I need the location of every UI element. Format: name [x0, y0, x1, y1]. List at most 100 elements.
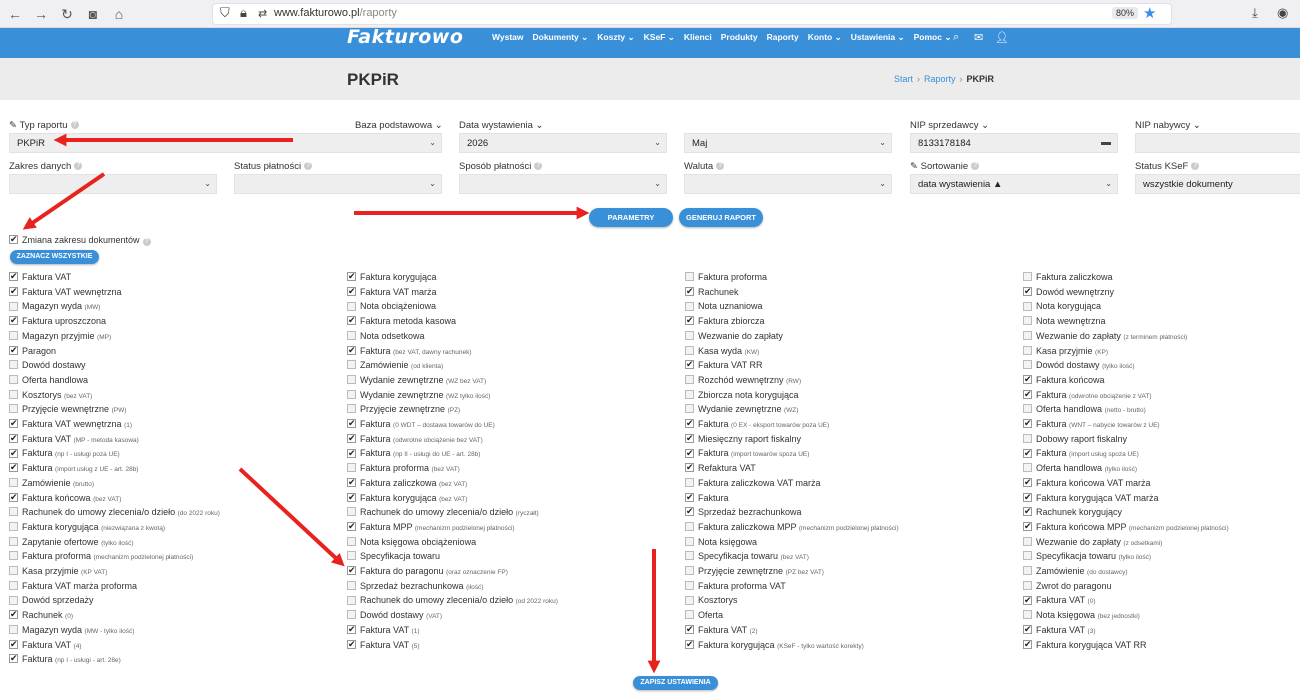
checkbox-unchecked[interactable]: [9, 507, 18, 517]
checkbox-unchecked[interactable]: [9, 522, 18, 532]
home-icon[interactable]: ⌂: [110, 5, 128, 23]
checkbox-checked[interactable]: ✔: [347, 433, 356, 443]
checkbox-checked[interactable]: ✔: [685, 419, 694, 429]
checkbox-unchecked[interactable]: [685, 522, 694, 532]
zaznacz-wszystkie-button[interactable]: ZAZNACZ WSZYSTKIE: [10, 250, 99, 264]
document-type-item[interactable]: Nota korygująca: [1023, 299, 1101, 313]
checkbox-unchecked[interactable]: [1023, 316, 1032, 326]
document-type-item[interactable]: Magazyn wyda (MW - tylko ilość): [9, 623, 134, 637]
document-type-item[interactable]: Zwrot do paragonu: [1023, 579, 1112, 593]
document-type-item[interactable]: Oferta handlowa (tylko ilość): [1023, 461, 1137, 475]
status-platnosci-select[interactable]: ⌄: [234, 174, 442, 194]
checkbox-unchecked[interactable]: [9, 551, 18, 561]
document-type-item[interactable]: ✔ Faktura do paragonu (oraz oznaczenie FP…: [347, 564, 508, 578]
help-icon[interactable]: ?: [74, 162, 83, 171]
zakres-danych-select[interactable]: ⌄: [9, 174, 217, 194]
checkbox-checked[interactable]: ✔: [685, 448, 694, 458]
checkbox-checked[interactable]: ✔: [685, 463, 694, 473]
checkbox-unchecked[interactable]: [347, 507, 356, 517]
document-type-item[interactable]: ✔ Faktura końcowa VAT marża: [1023, 476, 1151, 490]
document-type-item[interactable]: Przyjęcie zewnętrzne (PZ bez VAT): [685, 564, 824, 578]
generuj-raport-button[interactable]: GENERUJ RAPORT: [679, 208, 763, 227]
checkbox-unchecked[interactable]: [1023, 566, 1032, 576]
document-type-item[interactable]: ✔ Faktura (np I - usługi - art. 28e): [9, 652, 121, 666]
checkbox-unchecked[interactable]: [347, 404, 356, 414]
document-type-item[interactable]: Dowód dostawy (tylko ilość): [1023, 358, 1135, 372]
status-ksef-select[interactable]: wszystkie dokumenty: [1135, 174, 1300, 194]
menu-produkty[interactable]: Produkty: [721, 32, 758, 43]
menu-raporty[interactable]: Raporty: [767, 32, 799, 43]
checkbox-unchecked[interactable]: [685, 301, 694, 311]
checkbox-unchecked[interactable]: [685, 272, 694, 282]
checkbox-unchecked[interactable]: [347, 301, 356, 311]
document-type-item[interactable]: ✔ Faktura: [685, 491, 729, 505]
checkbox-checked[interactable]: ✔: [347, 272, 356, 282]
checkbox-checked[interactable]: ✔: [1023, 419, 1032, 429]
zmiana-zakresu-checkbox[interactable]: ✔ Zmiana zakresu dokumentów?: [9, 233, 151, 247]
document-type-item[interactable]: Sprzedaż bezrachunkowa (ilość): [347, 579, 483, 593]
checkbox-checked[interactable]: ✔: [1023, 492, 1032, 502]
document-type-item[interactable]: ✔ Faktura (WNT – nabycie towarów z UE): [1023, 417, 1160, 431]
document-type-item[interactable]: Faktura zaliczkowa VAT marża: [685, 476, 821, 490]
bookmark-star-icon[interactable]: ★: [1143, 4, 1156, 22]
document-type-item[interactable]: Faktura VAT marża proforma: [9, 579, 137, 593]
document-type-item[interactable]: ✔ Rachunek: [685, 285, 739, 299]
document-type-item[interactable]: ✔ Faktura (0 WDT – dostawa towarów do UE): [347, 417, 495, 431]
document-type-item[interactable]: Zbiorcza nota korygująca: [685, 388, 799, 402]
checkbox-unchecked[interactable]: [9, 477, 18, 487]
sortowanie-select[interactable]: data wystawienia ▲ ⌄: [910, 174, 1118, 194]
menu-koszty[interactable]: Koszty ⌄: [597, 32, 634, 43]
url-text[interactable]: www.fakturowo.pl/raporty: [274, 7, 397, 19]
waluta-select[interactable]: ⌄: [684, 174, 892, 194]
document-type-item[interactable]: Faktura proforma: [685, 270, 767, 284]
checkbox-checked[interactable]: ✔: [1023, 522, 1032, 532]
checkbox-checked[interactable]: ✔: [1023, 477, 1032, 487]
document-type-item[interactable]: Nota księgowa (bez jednostki): [1023, 608, 1140, 622]
nip-sprzedawcy-input[interactable]: 8133178184 ▬: [910, 133, 1118, 153]
checkbox-unchecked[interactable]: [1023, 463, 1032, 473]
checkbox-unchecked[interactable]: [9, 624, 18, 634]
document-type-item[interactable]: ✔ Faktura VAT wewnętrzna (1): [9, 417, 132, 431]
checkbox-unchecked[interactable]: [685, 551, 694, 561]
document-type-item[interactable]: Nota księgowa: [685, 535, 757, 549]
checkbox-checked[interactable]: ✔: [1023, 624, 1032, 634]
mail-icon[interactable]: ✉: [974, 31, 983, 44]
checkbox-checked[interactable]: ✔: [1023, 507, 1032, 517]
checkbox-checked[interactable]: ✔: [9, 448, 18, 458]
document-type-item[interactable]: ✔ Faktura korygująca (KSeF - tylko wartoś…: [685, 638, 864, 652]
document-type-item[interactable]: Oferta handlowa (netto - brutto): [1023, 402, 1146, 416]
logo[interactable]: Fakturowo: [347, 26, 463, 48]
document-type-item[interactable]: Nota obciążeniowa: [347, 299, 436, 313]
checkbox-unchecked[interactable]: [1023, 580, 1032, 590]
document-type-item[interactable]: ✔ Faktura (np II - usługi do UE - art. 28…: [347, 446, 480, 460]
document-type-item[interactable]: Wydanie zewnętrzne (WZ bez VAT): [347, 373, 486, 387]
document-type-item[interactable]: ✔ Faktura (bez VAT, dawny rachunek): [347, 344, 472, 358]
checkbox-unchecked[interactable]: [9, 536, 18, 546]
checkbox-unchecked[interactable]: [1023, 272, 1032, 282]
document-type-item[interactable]: Przyjęcie wewnętrzne (PW): [9, 402, 126, 416]
search-icon[interactable]: ⌕: [953, 31, 959, 44]
menu-wystaw[interactable]: Wystaw: [492, 32, 524, 43]
menu-ksef[interactable]: KSeF ⌄: [644, 32, 675, 43]
checkbox-unchecked[interactable]: [685, 580, 694, 590]
checkbox-checked[interactable]: ✔: [9, 610, 18, 620]
checkbox-checked[interactable]: ✔: [685, 360, 694, 370]
document-type-item[interactable]: ✔ Faktura (import usług z UE - art. 28b): [9, 461, 138, 475]
document-type-item[interactable]: ✔ Faktura korygująca VAT marża: [1023, 491, 1159, 505]
checkbox-checked[interactable]: ✔: [685, 492, 694, 502]
document-type-item[interactable]: Zapytanie ofertowe (tylko ilość): [9, 535, 134, 549]
document-type-item[interactable]: ✔ Faktura VAT: [9, 270, 71, 284]
checkbox-checked[interactable]: ✔: [9, 286, 18, 296]
document-type-item[interactable]: Rachunek do umowy zlecenia/o dzieło (od …: [347, 593, 558, 607]
checkbox-checked[interactable]: ✔: [9, 316, 18, 326]
checkbox-checked[interactable]: ✔: [685, 624, 694, 634]
checkbox-unchecked[interactable]: [685, 375, 694, 385]
help-icon[interactable]: ?: [534, 162, 543, 171]
document-type-item[interactable]: ✔ Refaktura VAT: [685, 461, 756, 475]
checkbox-unchecked[interactable]: [685, 345, 694, 355]
document-type-item[interactable]: ✔ Faktura korygująca: [347, 270, 437, 284]
checkbox-checked[interactable]: ✔: [685, 639, 694, 649]
checkbox-unchecked[interactable]: [1023, 330, 1032, 340]
document-type-item[interactable]: Magazyn przyjmie (MP): [9, 329, 111, 343]
document-type-item[interactable]: Dobowy raport fiskalny: [1023, 432, 1127, 446]
